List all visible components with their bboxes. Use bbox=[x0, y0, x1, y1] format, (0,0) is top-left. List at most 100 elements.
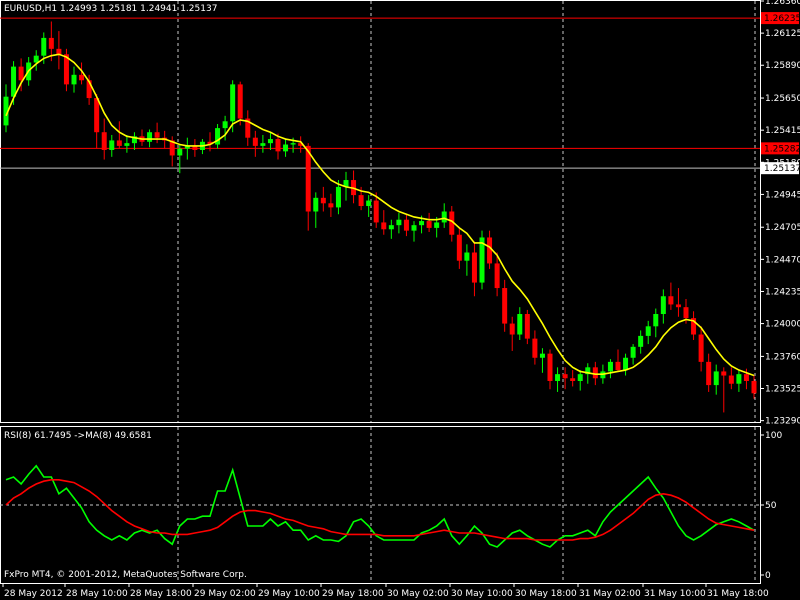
candle-body bbox=[555, 374, 561, 381]
price-tick-label: 1.26125 bbox=[765, 29, 800, 39]
candle bbox=[479, 230, 485, 290]
candle-body bbox=[358, 195, 364, 207]
mt4-chart-window[interactable]: 1.26360 1.26125 1.25890 1.25650 1.25415 1.251… bbox=[0, 0, 800, 600]
rsi-axis: 100 50 0 bbox=[760, 431, 782, 581]
price-badge-label: 1.25282 bbox=[764, 144, 800, 154]
price-tick-label: 1.23525 bbox=[765, 385, 800, 395]
candle-body bbox=[592, 367, 598, 379]
candle-body bbox=[539, 353, 545, 358]
candle-body bbox=[373, 200, 379, 223]
candle-body bbox=[237, 84, 243, 119]
candle-body bbox=[267, 139, 273, 144]
price-axis[interactable]: 1.26360 1.26125 1.25890 1.25650 1.25415 1.251… bbox=[760, 0, 800, 427]
time-tick-label: 28 May 18:00 bbox=[130, 589, 192, 599]
candle-body bbox=[487, 237, 493, 264]
candle-body bbox=[728, 375, 734, 384]
price-tick-label: 1.25890 bbox=[765, 61, 800, 71]
candle-body bbox=[441, 211, 447, 223]
candle-body bbox=[562, 374, 568, 379]
copyright-text: FxPro MT4, © 2001-2012, MetaQuotes Softw… bbox=[4, 570, 247, 580]
candle-body bbox=[260, 143, 266, 146]
candle-body bbox=[403, 219, 409, 231]
price-tick-label: 1.24000 bbox=[765, 320, 800, 330]
rsi-tick-label: 100 bbox=[765, 431, 782, 441]
candle-body bbox=[570, 378, 576, 381]
price-badge: 1.26235 bbox=[761, 12, 800, 25]
candle-body bbox=[335, 186, 341, 208]
price-badge-label: 1.25137 bbox=[764, 164, 800, 174]
candle-body bbox=[18, 66, 24, 81]
candle-body bbox=[706, 361, 712, 386]
candle-body bbox=[653, 314, 659, 327]
price-badge: 1.25137 bbox=[761, 162, 800, 175]
time-tick-label: 28 May 2012 bbox=[4, 589, 63, 599]
candle-body bbox=[577, 374, 583, 381]
candle-body bbox=[177, 148, 183, 156]
candle-body bbox=[615, 361, 621, 371]
price-tick-label: 1.23760 bbox=[765, 352, 800, 362]
candle-body bbox=[116, 140, 122, 146]
candle-body bbox=[48, 37, 54, 49]
candle-body bbox=[713, 371, 719, 386]
candle-body bbox=[94, 98, 100, 133]
candle-body bbox=[79, 74, 85, 81]
chart-title: EURUSD,H1 1.24993 1.25181 1.24941 1.2513… bbox=[4, 4, 218, 14]
price-badge-label: 1.26235 bbox=[764, 14, 800, 24]
candle-body bbox=[471, 252, 477, 283]
candle-body bbox=[71, 74, 77, 85]
candle-body bbox=[509, 323, 515, 335]
candle-body bbox=[721, 371, 727, 376]
candle-body bbox=[434, 222, 440, 228]
price-tick-label: 1.26360 bbox=[765, 0, 800, 7]
candle-body bbox=[222, 121, 228, 129]
time-tick-label: 31 May 02:00 bbox=[579, 589, 641, 599]
candle-body bbox=[283, 144, 289, 152]
candle-body bbox=[328, 203, 334, 208]
rsi-tick-label: 50 bbox=[765, 501, 777, 511]
candle-body bbox=[252, 137, 258, 146]
time-tick-label: 30 May 02:00 bbox=[387, 589, 449, 599]
candle-body bbox=[524, 314, 530, 339]
candle-body bbox=[33, 55, 39, 63]
time-tick-label: 30 May 18:00 bbox=[515, 589, 577, 599]
candle-body bbox=[502, 288, 508, 324]
price-tick-label: 1.24945 bbox=[765, 190, 800, 200]
candle-body bbox=[698, 334, 704, 362]
candle-body bbox=[56, 48, 62, 55]
candle-body bbox=[736, 374, 742, 384]
candle-body bbox=[645, 326, 651, 336]
candle-body bbox=[230, 84, 236, 122]
candle-body bbox=[456, 234, 462, 261]
main-chart-frame[interactable] bbox=[0, 0, 761, 423]
candle-body bbox=[388, 225, 394, 230]
price-tick-label: 1.25650 bbox=[765, 94, 800, 104]
candle-body bbox=[147, 132, 153, 142]
price-tick-label: 1.24705 bbox=[765, 223, 800, 233]
candle-body bbox=[419, 221, 425, 226]
candle-body bbox=[124, 143, 130, 146]
time-axis[interactable]: 28 May 2012 28 May 10:00 28 May 18:00 29 Ma… bbox=[2, 583, 769, 599]
candle-body bbox=[320, 197, 326, 204]
candle-body bbox=[109, 140, 115, 150]
candle-body bbox=[660, 296, 666, 315]
candle-body bbox=[411, 225, 417, 231]
candle-body bbox=[290, 143, 296, 145]
price-tick-label: 1.24235 bbox=[765, 287, 800, 297]
candle-body bbox=[11, 66, 17, 97]
candle-body bbox=[366, 200, 372, 207]
candle-body bbox=[683, 307, 689, 319]
candle-body bbox=[547, 353, 553, 381]
candle-body bbox=[751, 380, 757, 394]
price-badge: 1.25282 bbox=[761, 142, 800, 155]
candle-body bbox=[313, 197, 319, 212]
candle-body bbox=[675, 304, 681, 308]
candle-body bbox=[623, 357, 629, 371]
price-tick-label: 1.24470 bbox=[765, 255, 800, 265]
time-tick-label: 29 May 02:00 bbox=[194, 589, 256, 599]
candle-body bbox=[275, 139, 281, 152]
candle-body bbox=[101, 132, 107, 150]
price-tick-label: 1.23290 bbox=[765, 417, 800, 427]
candle-body bbox=[396, 219, 402, 226]
candle-body bbox=[743, 374, 749, 381]
time-tick-label: 30 May 10:00 bbox=[451, 589, 513, 599]
